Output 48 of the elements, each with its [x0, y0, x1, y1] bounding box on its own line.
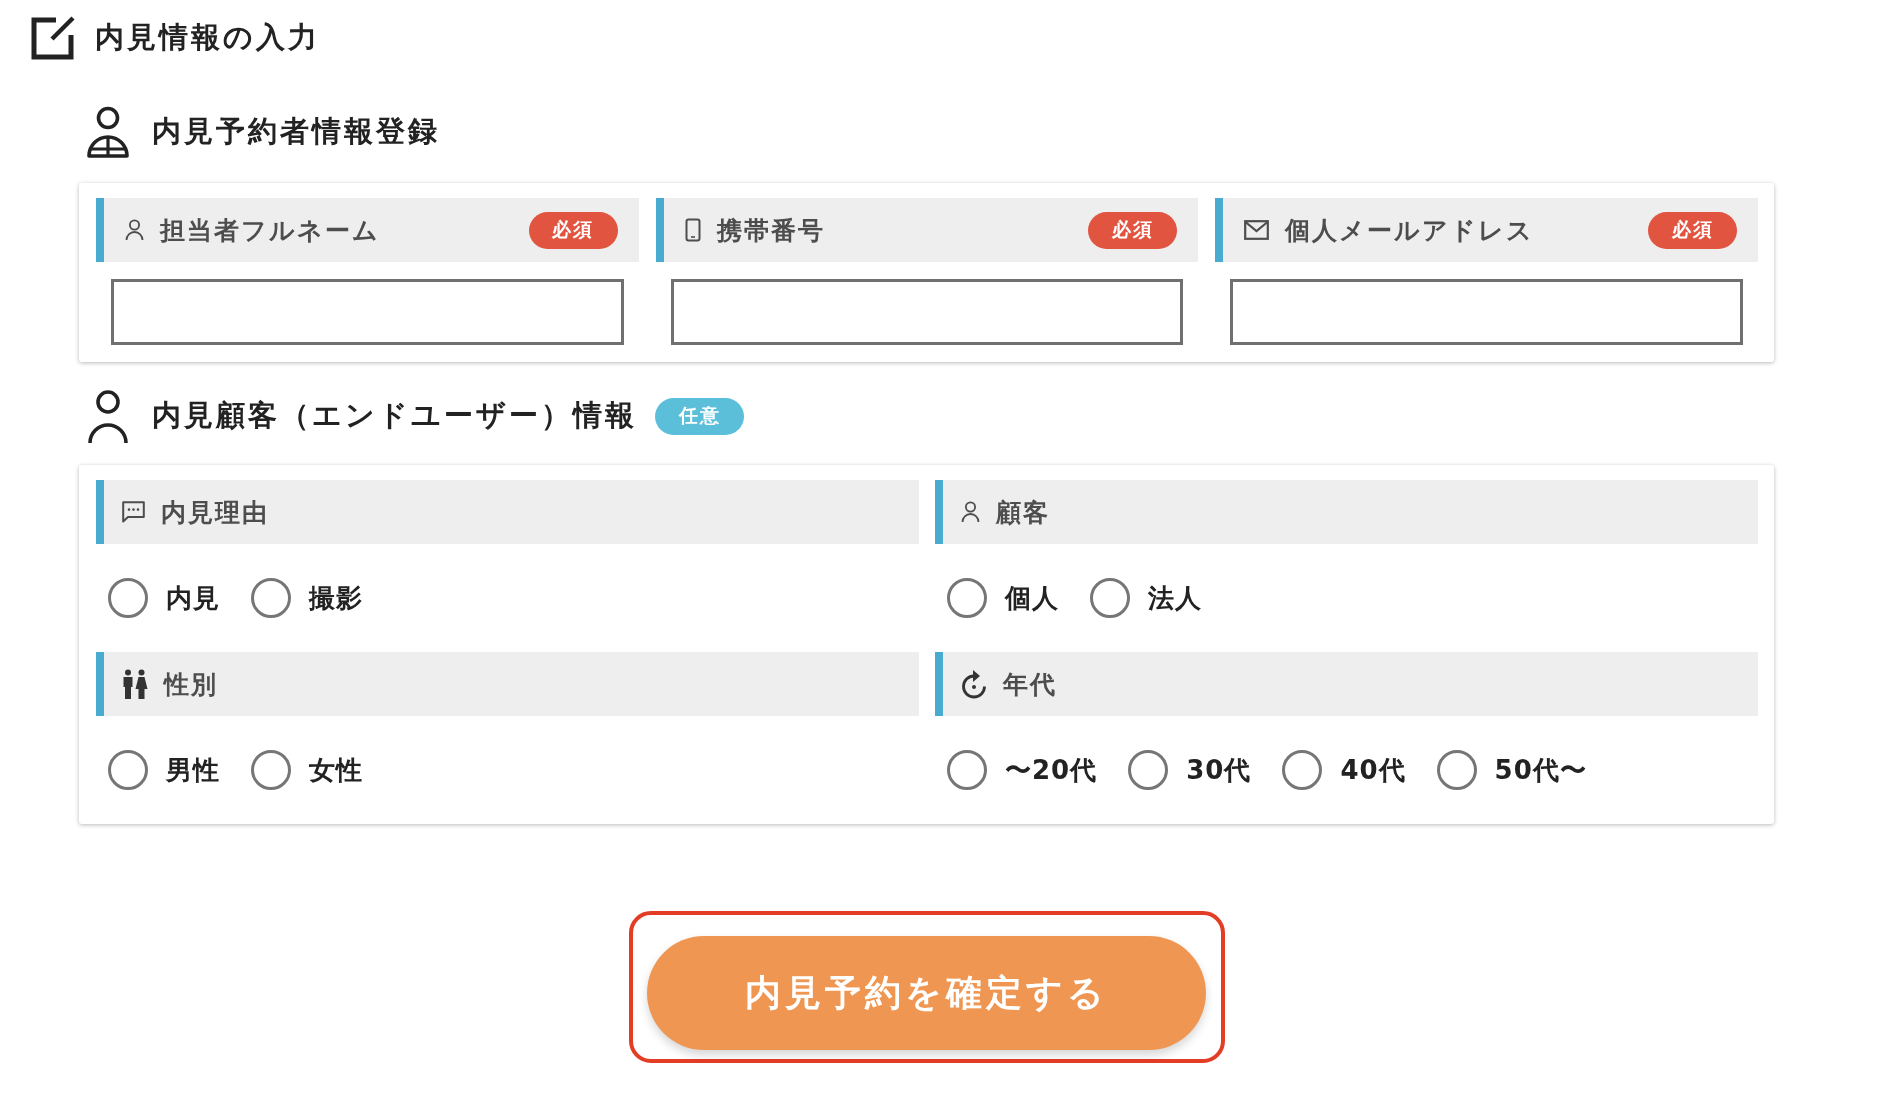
group-label: 顧客 — [996, 496, 1050, 529]
radio-label: 50代〜 — [1494, 753, 1587, 787]
radio-button[interactable] — [1436, 750, 1477, 790]
radio-label: 40代 — [1340, 753, 1406, 787]
person-icon — [87, 106, 129, 158]
man-woman-icon — [122, 669, 148, 699]
page-title: 内見情報の入力 — [95, 19, 320, 56]
person-icon — [87, 389, 129, 443]
edit-icon — [30, 15, 75, 61]
optional-badge: 任意 — [655, 397, 744, 435]
circular-arrow-icon — [961, 669, 987, 699]
field-label: 携帯番号 — [716, 214, 825, 247]
field-label: 担当者フルネーム — [160, 214, 380, 247]
phone-icon — [684, 218, 701, 242]
radio-label: 内見 — [166, 581, 220, 615]
chat-icon — [122, 501, 145, 523]
radio-label: 撮影 — [309, 581, 363, 615]
input-field[interactable] — [670, 279, 1184, 345]
required-badge: 必須 — [1088, 211, 1178, 249]
field-label: 個人メールアドレス — [1285, 214, 1535, 247]
required-badge: 必須 — [1648, 211, 1737, 249]
radio-button[interactable] — [1090, 578, 1130, 618]
input-field[interactable] — [1230, 279, 1743, 345]
group-label: 年代 — [1003, 668, 1057, 701]
radio-button[interactable] — [108, 750, 148, 790]
group-label: 内見理由 — [161, 496, 269, 529]
section-title: 内見顧客（エンドユーザー）情報 — [152, 397, 637, 434]
radio-label: 個人 — [1005, 581, 1059, 615]
mail-icon — [1244, 220, 1270, 240]
required-badge: 必須 — [528, 211, 618, 249]
group-label: 性別 — [164, 668, 218, 701]
radio-button[interactable] — [1128, 750, 1169, 790]
person-icon — [961, 501, 980, 523]
radio-label: 男性 — [166, 753, 220, 787]
radio-button[interactable] — [1282, 750, 1323, 790]
person-icon — [125, 219, 144, 241]
radio-button[interactable] — [947, 750, 987, 790]
radio-button[interactable] — [251, 578, 291, 618]
radio-button[interactable] — [108, 578, 148, 618]
radio-label: 女性 — [309, 753, 363, 787]
confirm-button[interactable]: 内見予約を確定する — [646, 936, 1206, 1050]
input-field[interactable] — [111, 279, 624, 345]
radio-label: 〜20代 — [1005, 753, 1098, 787]
radio-button[interactable] — [251, 750, 291, 790]
radio-button[interactable] — [947, 578, 987, 618]
radio-label: 法人 — [1148, 581, 1202, 615]
radio-label: 30代 — [1186, 753, 1252, 787]
section-title: 内見予約者情報登録 — [152, 113, 440, 150]
